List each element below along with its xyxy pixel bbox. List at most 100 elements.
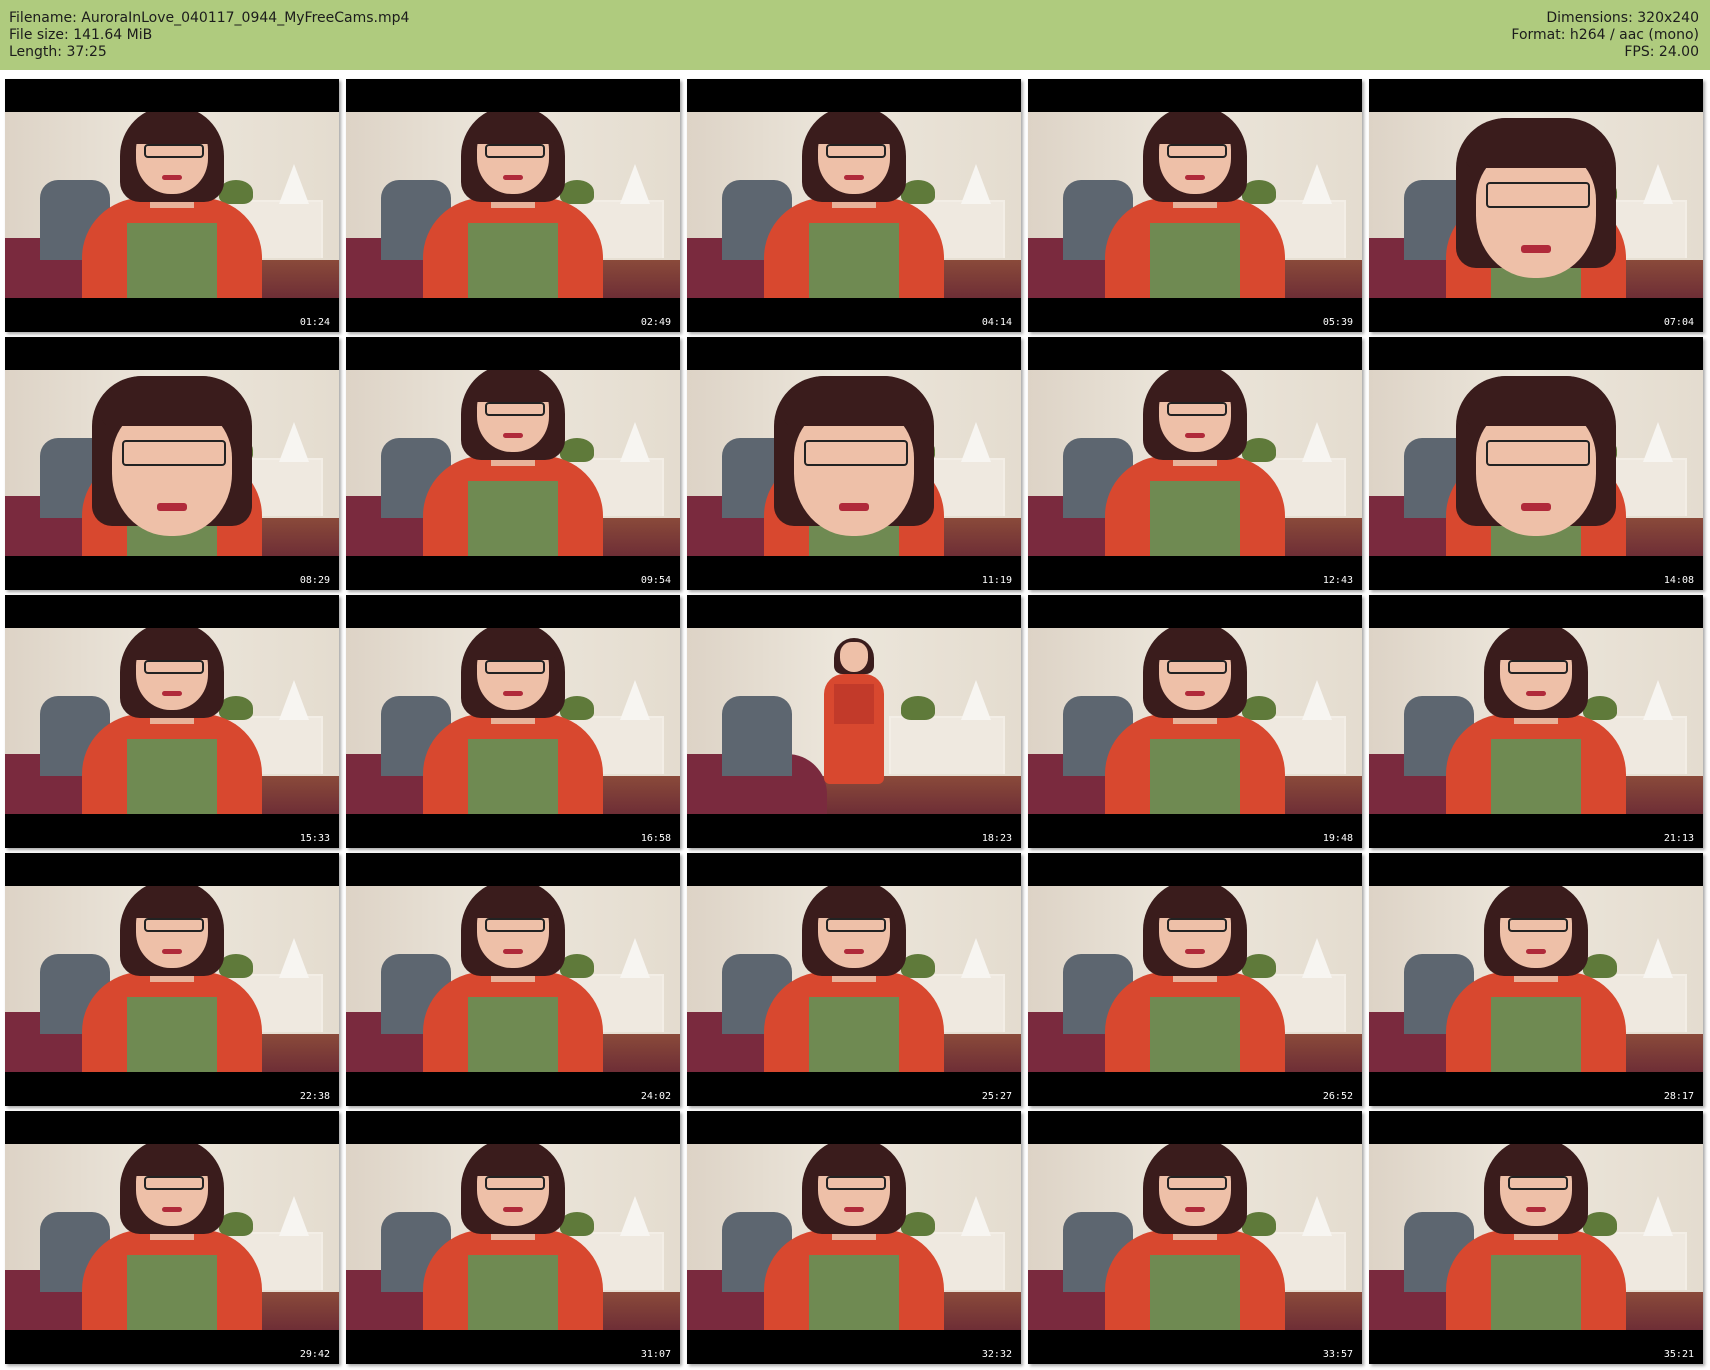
decor-tree	[620, 164, 650, 204]
video-thumbnail[interactable]: 19:48	[1028, 595, 1362, 848]
lips	[1185, 175, 1205, 180]
timestamp-label: 08:29	[299, 575, 330, 586]
video-thumbnail[interactable]: 18:23	[687, 595, 1021, 848]
timestamp-label: 12:43	[1322, 575, 1353, 586]
glasses	[1167, 660, 1227, 674]
video-thumbnail[interactable]: 33:57	[1028, 1111, 1362, 1364]
dress-bodice	[468, 481, 558, 556]
hair-bangs	[1153, 114, 1237, 144]
timestamp-label: 28:17	[1663, 1091, 1694, 1102]
video-thumbnail[interactable]: 22:38	[5, 853, 339, 1106]
chair	[722, 696, 792, 776]
decor-tree	[620, 680, 650, 720]
decor-tree	[1643, 938, 1673, 978]
video-frame	[687, 1144, 1021, 1330]
dress-bodice	[1491, 739, 1581, 814]
lips	[157, 503, 187, 511]
video-thumbnail[interactable]: 14:08	[1369, 337, 1703, 590]
hair-bangs	[1494, 1146, 1578, 1176]
timestamp-label: 29:42	[299, 1349, 330, 1360]
timestamp-label: 21:13	[1663, 833, 1694, 844]
video-thumbnail[interactable]: 21:13	[1369, 595, 1703, 848]
video-thumbnail[interactable]: 26:52	[1028, 853, 1362, 1106]
decor-tree	[1302, 938, 1332, 978]
hair-bangs	[130, 630, 214, 660]
decor-tree	[620, 1196, 650, 1236]
video-thumbnail[interactable]: 04:14	[687, 79, 1021, 332]
video-thumbnail[interactable]: 31:07	[346, 1111, 680, 1364]
video-thumbnail[interactable]: 29:42	[5, 1111, 339, 1364]
video-frame	[687, 112, 1021, 298]
hair-bangs	[1466, 118, 1606, 168]
lips	[503, 433, 523, 438]
decor-tree	[1643, 164, 1673, 204]
video-thumbnail[interactable]: 16:58	[346, 595, 680, 848]
timestamp-label: 05:39	[1322, 317, 1353, 328]
video-frame	[346, 628, 680, 814]
person-figure	[1436, 886, 1636, 1072]
video-thumbnail[interactable]: 28:17	[1369, 853, 1703, 1106]
person-figure	[1436, 628, 1636, 814]
hair-bangs	[1494, 888, 1578, 918]
filename-text: Filename: AuroraInLove_040117_0944_MyFre…	[9, 10, 410, 26]
decor-tree	[1302, 680, 1332, 720]
timestamp-label: 15:33	[299, 833, 330, 844]
lips	[839, 503, 869, 511]
video-thumbnail[interactable]: 08:29	[5, 337, 339, 590]
video-thumbnail[interactable]: 32:32	[687, 1111, 1021, 1364]
lips	[844, 175, 864, 180]
video-thumbnail[interactable]: 02:49	[346, 79, 680, 332]
video-thumbnail[interactable]: 35:21	[1369, 1111, 1703, 1364]
lips	[162, 691, 182, 696]
dress-bodice	[468, 1255, 558, 1330]
video-frame	[1028, 112, 1362, 298]
lips	[1521, 503, 1551, 511]
glasses	[1486, 440, 1590, 466]
hair-bangs	[471, 372, 555, 402]
person-figure	[413, 628, 613, 814]
dress-bodice	[1150, 481, 1240, 556]
glasses	[144, 1176, 204, 1190]
file-size-text: File size: 141.64 MiB	[9, 27, 153, 43]
lips	[1526, 949, 1546, 954]
dress-bodice	[127, 223, 217, 298]
decor-tree	[1302, 164, 1332, 204]
lips	[1185, 949, 1205, 954]
timestamp-label: 04:14	[981, 317, 1012, 328]
decor-tree	[279, 422, 309, 462]
format-text: Format: h264 / aac (mono)	[1511, 27, 1699, 43]
decor-tree	[279, 680, 309, 720]
decor-tree	[1643, 422, 1673, 462]
video-frame	[5, 370, 339, 556]
shelf	[889, 716, 1005, 774]
glasses	[804, 440, 908, 466]
person-figure	[814, 638, 894, 814]
hair-bangs	[471, 888, 555, 918]
dress-bodice	[1150, 997, 1240, 1072]
video-thumbnail[interactable]: 15:33	[5, 595, 339, 848]
lips	[1526, 691, 1546, 696]
video-thumbnail[interactable]: 25:27	[687, 853, 1021, 1106]
decor-tree	[279, 164, 309, 204]
timestamp-label: 35:21	[1663, 1349, 1694, 1360]
video-thumbnail[interactable]: 09:54	[346, 337, 680, 590]
dress-bodice	[809, 1255, 899, 1330]
dress-bodice	[127, 997, 217, 1072]
hair-bangs	[471, 630, 555, 660]
lips	[503, 691, 523, 696]
video-frame	[346, 112, 680, 298]
video-thumbnail[interactable]: 12:43	[1028, 337, 1362, 590]
person-figure	[72, 886, 272, 1072]
length-text: Length: 37:25	[9, 44, 107, 60]
face	[840, 642, 868, 672]
video-thumbnail[interactable]: 24:02	[346, 853, 680, 1106]
timestamp-label: 16:58	[640, 833, 671, 844]
video-thumbnail[interactable]: 05:39	[1028, 79, 1362, 332]
decor-tree	[279, 938, 309, 978]
video-thumbnail[interactable]: 01:24	[5, 79, 339, 332]
decor-tree	[279, 1196, 309, 1236]
video-thumbnail[interactable]: 07:04	[1369, 79, 1703, 332]
dress-bodice	[1150, 1255, 1240, 1330]
person-figure	[754, 376, 954, 556]
video-thumbnail[interactable]: 11:19	[687, 337, 1021, 590]
